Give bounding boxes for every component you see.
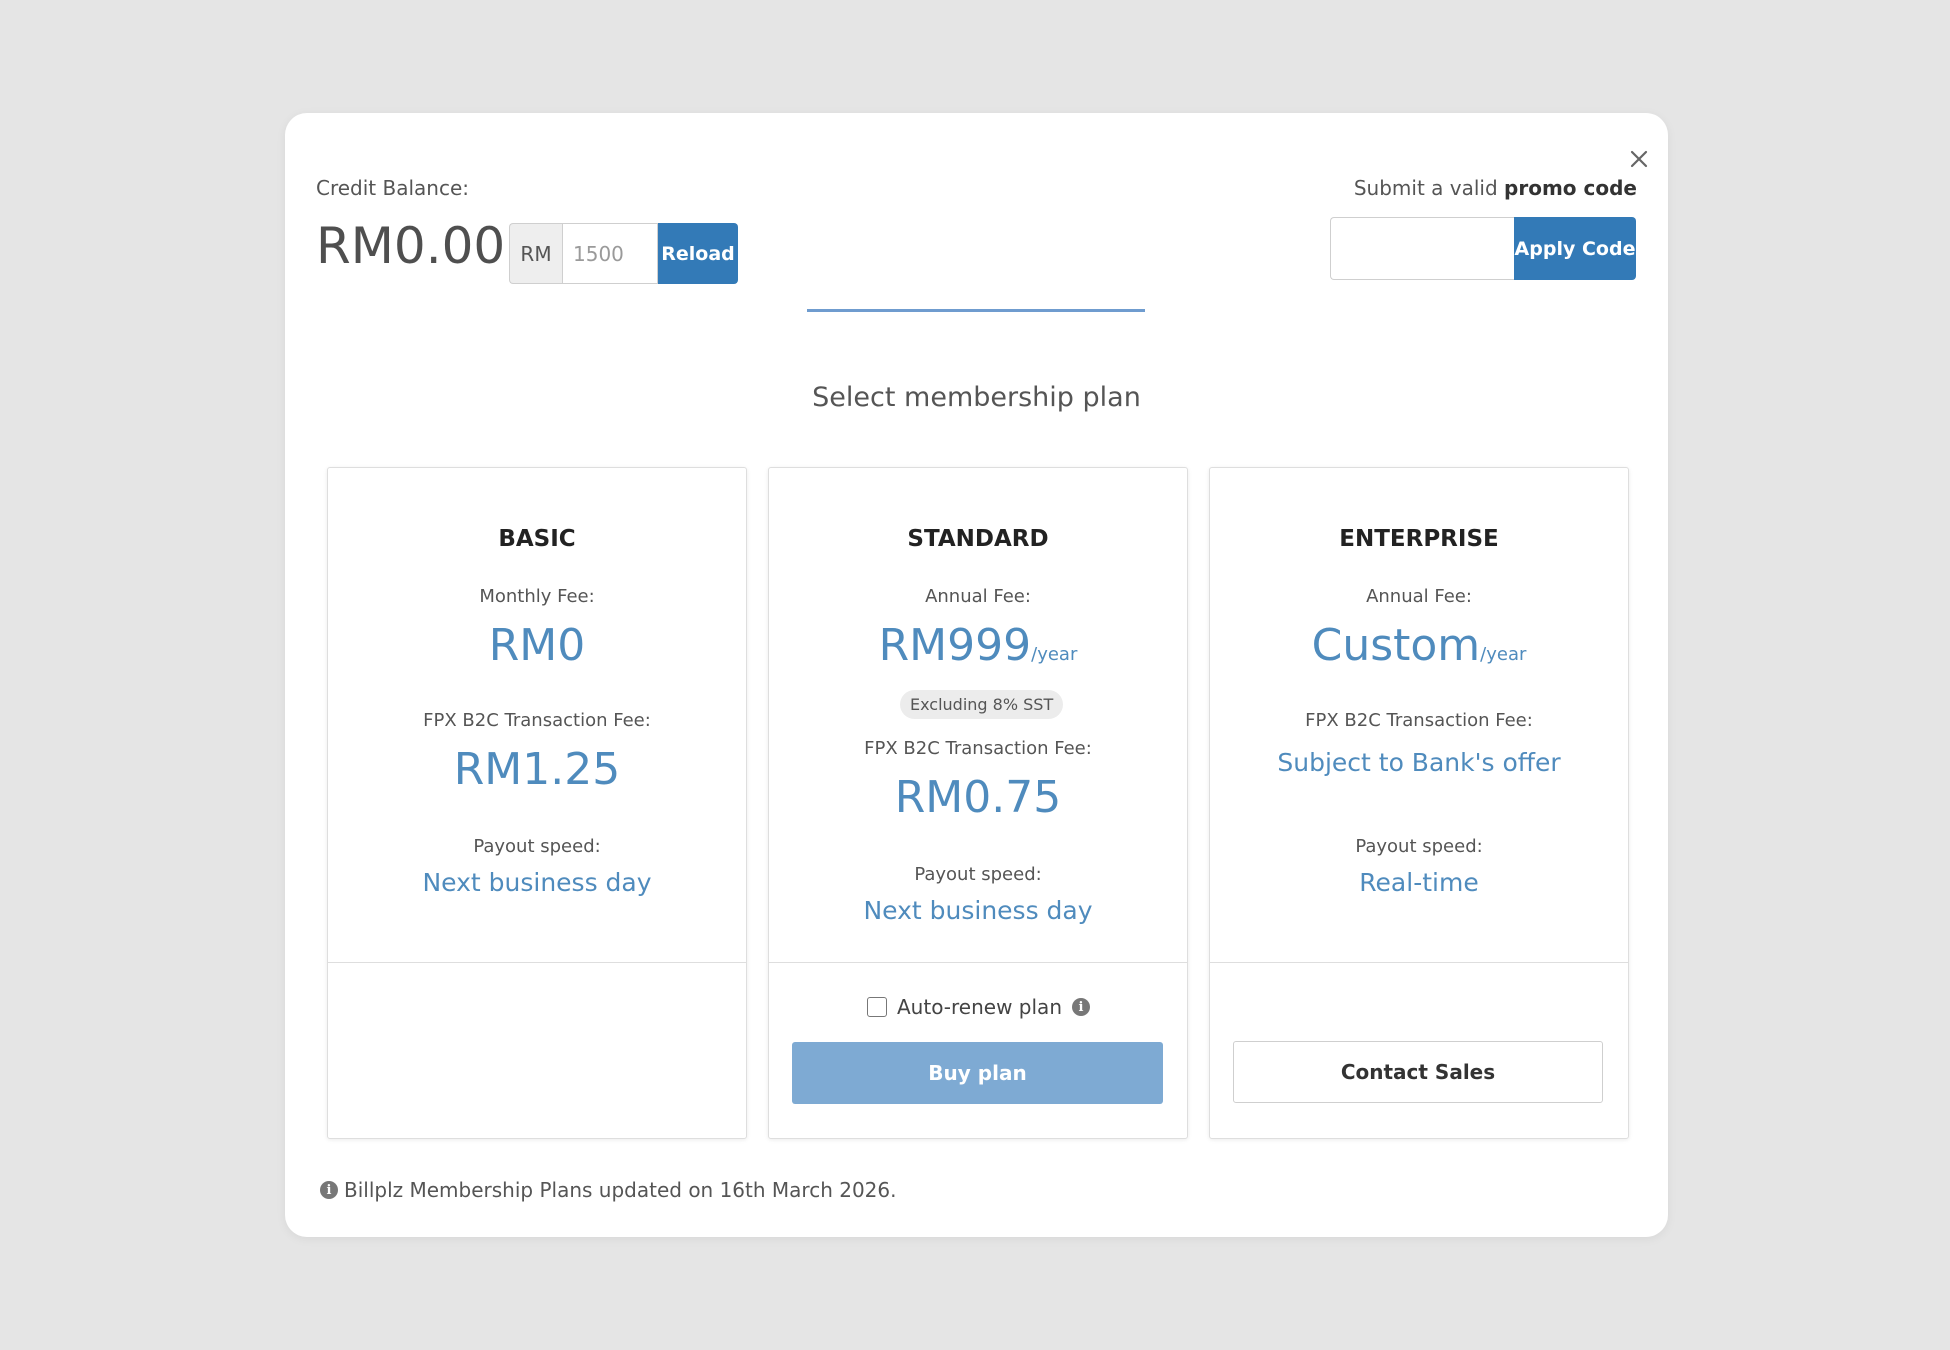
close-icon[interactable] [1621,141,1657,177]
txn-fee-label: FPX B2C Transaction Fee: [864,738,1092,759]
auto-renew-label: Auto-renew plan [897,995,1062,1019]
promo-label-prefix: Submit a valid [1353,176,1505,200]
buy-plan-button[interactable]: Buy plan [792,1042,1163,1104]
fee-amount: RM0 [488,620,586,671]
plan-card-footer: Auto-renew plan i Buy plan [769,963,1187,1139]
plan-card-enterprise: ENTERPRISE Annual Fee: Custom/year FPX B… [1209,467,1629,1139]
fee-value: Custom/year [1210,624,1628,668]
txn-fee-label: FPX B2C Transaction Fee: [1305,710,1533,731]
reload-button[interactable]: Reload [658,223,738,284]
fee-amount: Custom [1311,620,1481,671]
credit-balance-value: RM0.00 [316,217,506,275]
membership-modal: Credit Balance: RM0.00 RM Reload Submit … [285,113,1668,1237]
plan-card-body: ENTERPRISE Annual Fee: Custom/year FPX B… [1210,468,1628,963]
info-icon[interactable]: i [1072,998,1090,1016]
payout-label: Payout speed: [473,836,601,857]
info-icon: i [320,1181,338,1199]
currency-addon: RM [509,223,562,284]
fee-value: RM999/year [769,624,1187,668]
fee-unit: /year [1031,644,1078,665]
plan-name: STANDARD [907,526,1049,552]
reload-group: RM Reload [509,223,738,284]
plan-card-basic: BASIC Monthly Fee: RM0 FPX B2C Transacti… [327,467,747,1139]
promo-label: Submit a valid promo code [1354,176,1637,200]
plan-card-body: BASIC Monthly Fee: RM0 FPX B2C Transacti… [328,468,746,963]
payout-value: Next business day [863,896,1093,925]
fee-label: Annual Fee: [1366,586,1472,607]
txn-fee-value: RM1.25 [453,744,621,795]
payout-label: Payout speed: [914,864,1042,885]
payout-value: Real-time [1359,868,1479,897]
fee-label: Annual Fee: [925,586,1031,607]
credit-balance-label: Credit Balance: [316,176,470,200]
fee-label: Monthly Fee: [479,586,595,607]
apply-code-button[interactable]: Apply Code [1514,217,1636,280]
payout-value: Next business day [422,868,652,897]
txn-fee-value: RM0.75 [894,772,1062,823]
contact-sales-button[interactable]: Contact Sales [1233,1041,1603,1103]
fee-value: RM0 [328,624,746,668]
payout-label: Payout speed: [1355,836,1483,857]
auto-renew-checkbox[interactable] [867,997,887,1017]
promo-code-input[interactable] [1330,217,1514,280]
section-title: Select membership plan [812,382,1141,413]
reload-amount-input[interactable] [562,223,658,284]
plan-card-footer [328,963,746,1139]
plan-card-footer: Contact Sales [1210,963,1628,1139]
plan-card-standard: STANDARD Annual Fee: RM999/year Excludin… [768,467,1188,1139]
promo-group: Apply Code [1330,217,1636,280]
txn-fee-label: FPX B2C Transaction Fee: [423,710,651,731]
plan-name: ENTERPRISE [1339,526,1499,552]
txn-fee-value: Subject to Bank's offer [1277,748,1561,777]
plan-name: BASIC [498,526,576,552]
auto-renew-option[interactable]: Auto-renew plan i [867,995,1090,1019]
promo-label-bold: promo code [1504,176,1637,200]
footnote: i Billplz Membership Plans updated on 16… [320,1178,897,1202]
fee-unit: /year [1480,644,1527,665]
sst-badge: Excluding 8% SST [900,690,1064,719]
fee-amount: RM999 [878,620,1032,671]
divider [807,309,1145,312]
footnote-text: Billplz Membership Plans updated on 16th… [344,1178,897,1202]
plan-card-body: STANDARD Annual Fee: RM999/year Excludin… [769,468,1187,963]
